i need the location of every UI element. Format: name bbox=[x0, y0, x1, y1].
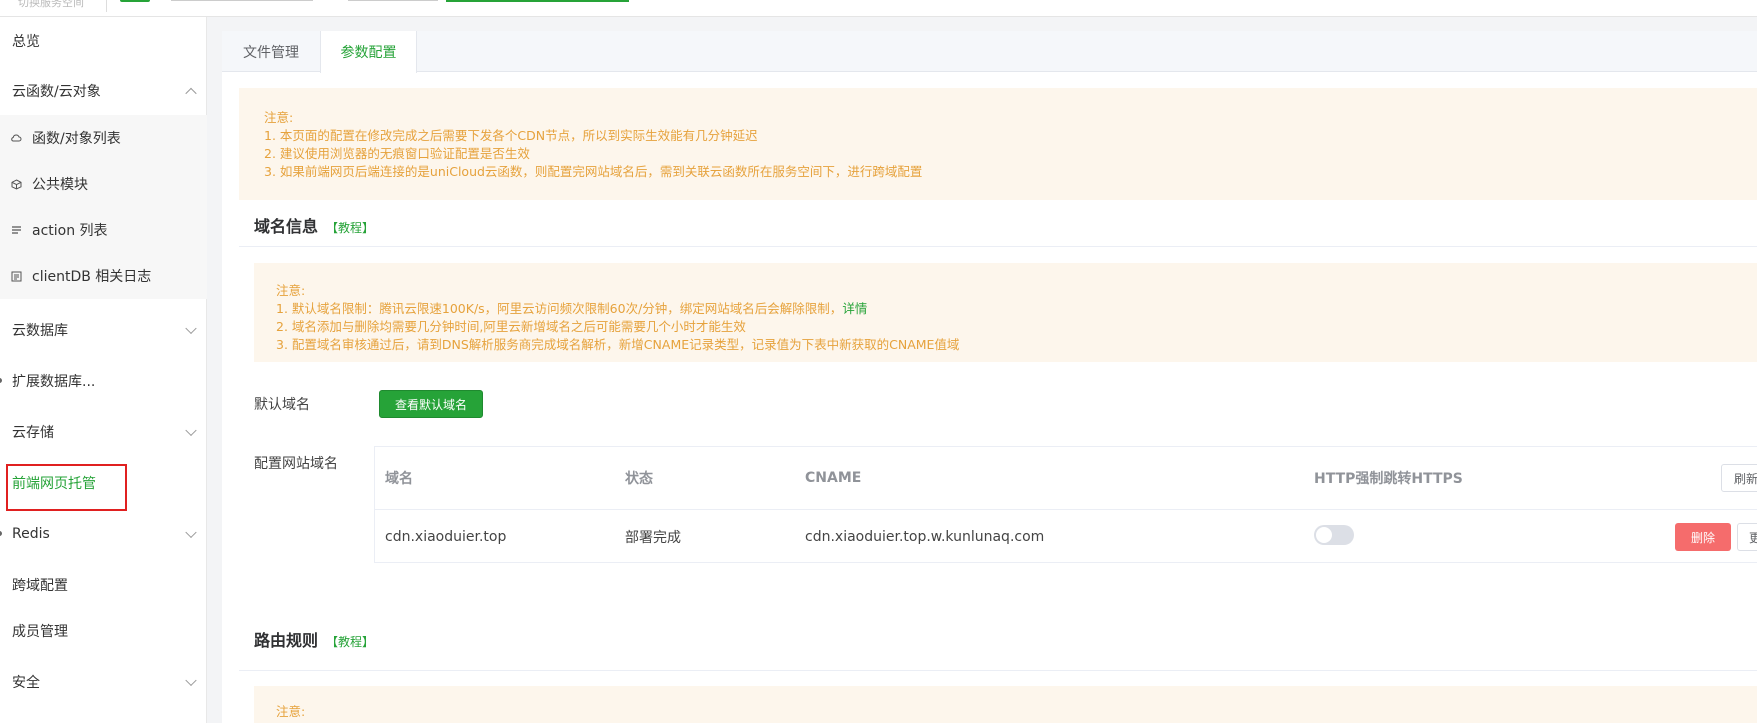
site-domain-label: 配置网站域名 bbox=[254, 456, 338, 472]
highlight-box bbox=[6, 464, 127, 511]
space-badge[interactable] bbox=[120, 0, 150, 2]
sidebar-item-function-list[interactable]: 函数/对象列表 bbox=[0, 115, 207, 161]
log-icon bbox=[10, 270, 22, 282]
section-divider bbox=[239, 670, 1757, 671]
default-domain-label: 默认域名 bbox=[254, 397, 310, 413]
chevron-down-icon bbox=[185, 424, 197, 437]
notice-line: 2. 域名添加与删除均需要几分钟时间,阿里云新增域名之后可能需要几个小时才能生效 bbox=[276, 319, 746, 334]
refresh-button[interactable]: 刷新 bbox=[1721, 464, 1757, 492]
section-title-text: 路由规则 bbox=[254, 631, 319, 650]
details-link[interactable]: 详情 bbox=[842, 301, 867, 316]
column-header-status: 状态 bbox=[625, 471, 653, 487]
notice-line: 1. 本页面的配置在修改完成之后需要下发各个CDN节点，所以到实际生效能有几分钟… bbox=[264, 128, 758, 143]
column-header-domain: 域名 bbox=[385, 471, 413, 487]
chevron-down-icon bbox=[185, 674, 197, 687]
top-divider bbox=[106, 0, 107, 12]
top-select-2[interactable] bbox=[348, 0, 438, 1]
cube-icon bbox=[10, 178, 22, 190]
sidebar-item-label: 云存储 bbox=[12, 425, 54, 441]
top-action-button[interactable] bbox=[446, 0, 629, 2]
sidebar-item-label: 扩展数据库... bbox=[12, 374, 96, 390]
view-default-domain-button[interactable]: 查看默认域名 bbox=[379, 390, 483, 418]
chevron-down-icon bbox=[185, 322, 197, 335]
notice-title: 注意: bbox=[276, 704, 306, 719]
cell-cname: cdn.xiaoduier.top.w.kunlunaq.com bbox=[805, 529, 1045, 545]
column-header-cname: CNAME bbox=[805, 470, 862, 486]
tutorial-link[interactable]: 【教程】 bbox=[326, 635, 374, 649]
sidebar-item-label: 跨域配置 bbox=[12, 578, 68, 594]
tab-label: 参数配置 bbox=[340, 45, 397, 61]
sidebar-item-label: 安全 bbox=[12, 675, 40, 691]
more-button[interactable]: 更 bbox=[1737, 523, 1757, 551]
chevron-up-icon bbox=[185, 87, 197, 100]
sidebar-item-label: 云函数/云对象 bbox=[12, 84, 101, 100]
https-redirect-toggle[interactable] bbox=[1314, 525, 1354, 545]
tutorial-link[interactable]: 【教程】 bbox=[326, 221, 374, 235]
notice-cdn: 注意: 1. 本页面的配置在修改完成之后需要下发各个CDN节点，所以到实际生效能… bbox=[239, 88, 1757, 200]
sidebar-item-label: 总览 bbox=[12, 34, 40, 50]
delete-button[interactable]: 删除 bbox=[1675, 523, 1731, 551]
section-title-text: 域名信息 bbox=[254, 217, 319, 236]
tab-parameter-config[interactable]: 参数配置 bbox=[320, 31, 417, 73]
sidebar: 总览 云函数/云对象 函数/对象列表 公共模块 action 列表 client… bbox=[0, 17, 207, 723]
notice-line-text: 1. 默认域名限制：腾讯云限速100K/s，阿里云访问频次限制60次/分钟，绑定… bbox=[276, 301, 843, 316]
notice-line: 1. 默认域名限制：腾讯云限速100K/s，阿里云访问频次限制60次/分钟，绑定… bbox=[276, 300, 1757, 318]
sidebar-item-common-modules[interactable]: 公共模块 bbox=[0, 161, 207, 207]
sidebar-item-cors[interactable]: 跨域配置 bbox=[0, 564, 207, 606]
tab-label: 文件管理 bbox=[243, 44, 299, 61]
sidebar-item-members[interactable]: 成员管理 bbox=[0, 610, 207, 652]
cloud-icon bbox=[10, 132, 22, 144]
domain-table: 域名 状态 CNAME HTTP强制跳转HTTPS 刷新 cdn.xiaodui… bbox=[374, 446, 1757, 563]
sidebar-item-label: action 列表 bbox=[32, 223, 108, 239]
top-bar: 切换服务空间 bbox=[0, 0, 1757, 17]
sidebar-item-cloud-functions[interactable]: 云函数/云对象 bbox=[0, 70, 207, 112]
sidebar-item-redis[interactable]: Redis bbox=[0, 513, 207, 555]
section-domain-title: 域名信息 【教程】 bbox=[254, 213, 374, 237]
sidebar-item-clientdb-log[interactable]: clientDB 相关日志 bbox=[0, 253, 207, 299]
sidebar-item-label: 云数据库 bbox=[12, 323, 68, 339]
notice-line: 3. 配置域名审核通过后，请到DNS解析服务商完成域名解析，新增CNAME记录类… bbox=[276, 337, 960, 352]
list-icon bbox=[10, 224, 22, 236]
sidebar-item-action-list[interactable]: action 列表 bbox=[0, 207, 207, 253]
cloud-functions-submenu: 函数/对象列表 公共模块 action 列表 clientDB 相关日志 bbox=[0, 115, 207, 299]
notice-line: 3. 如果前端网页后端连接的是uniCloud云函数，则配置完网站域名后，需到关… bbox=[264, 164, 923, 179]
sidebar-item-label: 公共模块 bbox=[32, 177, 88, 193]
sidebar-item-label: 成员管理 bbox=[12, 624, 68, 640]
table-row-divider bbox=[375, 509, 1757, 510]
sidebar-item-label: 函数/对象列表 bbox=[32, 131, 121, 147]
sidebar-item-security[interactable]: 安全 bbox=[0, 661, 207, 703]
top-select-1[interactable] bbox=[171, 0, 313, 1]
chevron-down-icon bbox=[185, 526, 197, 539]
notice-title: 注意: bbox=[264, 110, 294, 125]
sidebar-item-storage[interactable]: 云存储 bbox=[0, 411, 207, 453]
sidebar-item-label: clientDB 相关日志 bbox=[32, 269, 152, 285]
cell-domain: cdn.xiaoduier.top bbox=[385, 529, 507, 545]
sidebar-item-ext-database[interactable]: 扩展数据库... bbox=[0, 360, 207, 402]
sidebar-item-label: Redis bbox=[12, 526, 50, 542]
section-divider bbox=[239, 246, 1757, 247]
column-header-https: HTTP强制跳转HTTPS bbox=[1314, 471, 1463, 487]
section-route-title: 路由规则 【教程】 bbox=[254, 627, 374, 651]
notice-domain: 注意: 1. 默认域名限制：腾讯云限速100K/s，阿里云访问频次限制60次/分… bbox=[254, 263, 1757, 362]
notice-route: 注意: bbox=[254, 686, 1757, 723]
sidebar-item-overview[interactable]: 总览 bbox=[0, 20, 207, 62]
cell-status: 部署完成 bbox=[625, 530, 681, 546]
tab-file-management[interactable]: 文件管理 bbox=[222, 31, 320, 72]
notice-title: 注意: bbox=[276, 283, 306, 298]
notice-line: 2. 建议使用浏览器的无痕窗口验证配置是否生效 bbox=[264, 146, 530, 161]
main-panel: 文件管理 参数配置 注意: 1. 本页面的配置在修改完成之后需要下发各个CDN节… bbox=[222, 31, 1757, 723]
sidebar-item-database[interactable]: 云数据库 bbox=[0, 309, 207, 351]
tab-bar: 文件管理 参数配置 bbox=[222, 31, 1757, 73]
space-switcher-label[interactable]: 切换服务空间 bbox=[18, 0, 84, 10]
